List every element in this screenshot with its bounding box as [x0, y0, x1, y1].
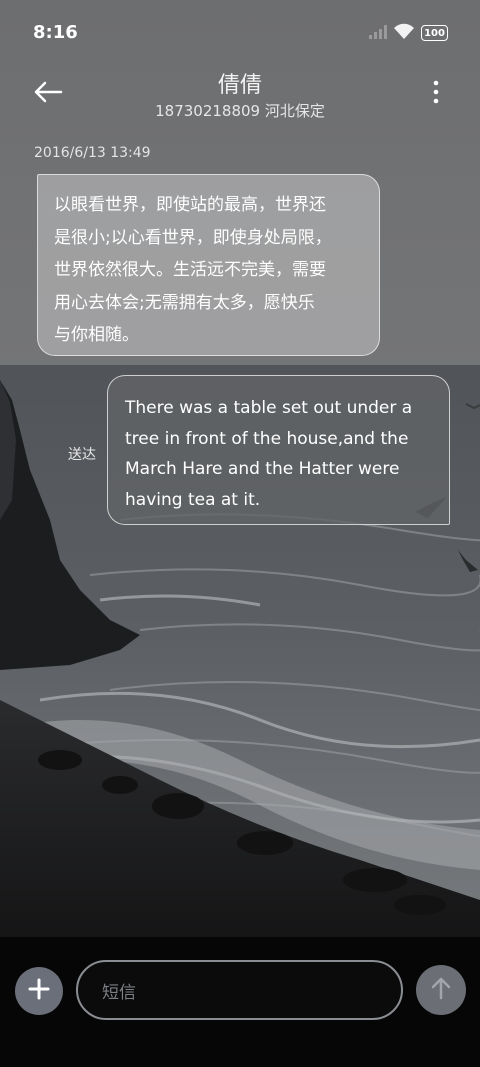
message-text-line: 是很小;以心看世界，即使身处局限， — [54, 227, 332, 248]
message-text-line: March Hare and the Hatter were — [125, 459, 400, 479]
message-text-line: 用心去体会;无需拥有太多，愿快乐 — [54, 292, 315, 313]
add-attachment-button[interactable] — [15, 967, 63, 1015]
send-arrow-icon — [430, 976, 452, 1004]
message-text-line: having tea at it. — [125, 489, 261, 510]
plus-icon — [28, 978, 50, 1004]
conversation-header: 倩倩 18730218809 河北保定 — [0, 62, 480, 128]
message-text-line: 世界依然很大。生活远不完美，需要 — [54, 260, 326, 280]
outgoing-message-bubble[interactable]: There was a table set out under a tree i… — [107, 375, 450, 525]
contact-name: 倩倩 — [217, 73, 262, 98]
message-text-line: There was a table set out under a — [125, 398, 413, 418]
wifi-icon — [394, 23, 414, 43]
message-input-placeholder: 短信 — [102, 982, 136, 1003]
status-time: 8:16 — [33, 22, 78, 43]
send-button[interactable] — [416, 965, 466, 1015]
compose-bar: 短信 — [0, 937, 480, 1067]
status-icons: 100 — [369, 23, 448, 43]
more-vertical-icon — [433, 80, 439, 108]
message-text-line: 与你相随。 — [54, 325, 139, 345]
contact-phone-location: 18730218809 河北保定 — [155, 102, 325, 120]
message-timestamp: 2016/6/13 13:49 — [34, 145, 151, 161]
more-options-button[interactable] — [428, 76, 444, 112]
message-text-line: tree in front of the house,and the — [125, 428, 409, 449]
message-input[interactable]: 短信 — [76, 960, 403, 1020]
incoming-message-bubble[interactable]: 以眼看世界，即使站的最高，世界还 是很小;以心看世界，即使身处局限， 世界依然很… — [37, 174, 380, 356]
status-bar: 8:16 100 — [0, 0, 480, 68]
battery-icon: 100 — [421, 25, 448, 41]
message-text-line: 以眼看世界，即使站的最高，世界还 — [54, 195, 326, 215]
delivery-status: 送达 — [68, 447, 96, 463]
signal-icon — [369, 24, 387, 43]
